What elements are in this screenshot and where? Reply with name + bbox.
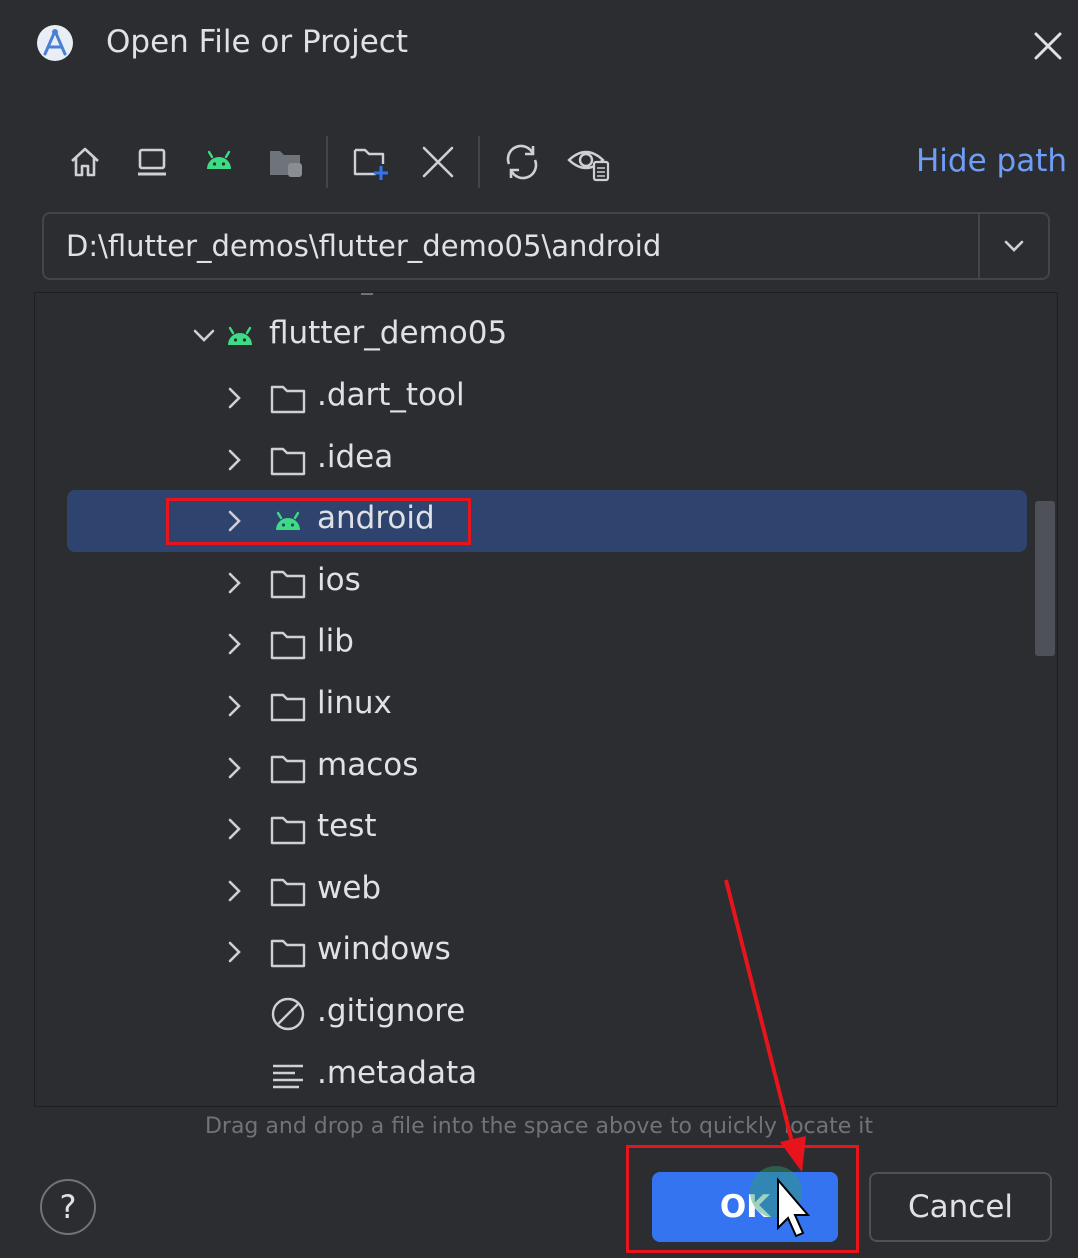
android-icon	[276, 511, 300, 531]
close-icon[interactable]	[1028, 26, 1068, 66]
tree-row[interactable]: .idea	[67, 429, 1027, 491]
tree-row[interactable]: web	[67, 860, 1027, 922]
chevron-right-icon[interactable]	[219, 814, 249, 844]
tree-row[interactable]: .metadata	[67, 1045, 1027, 1106]
folder-icon	[270, 447, 306, 475]
tree-row-label: lib	[317, 623, 354, 660]
ok-button[interactable]: OK	[652, 1172, 838, 1242]
tree-row-label: linux	[317, 685, 392, 721]
new-folder-button[interactable]	[346, 132, 396, 192]
tree-row-label: .idea	[317, 438, 394, 475]
chevron-right-icon[interactable]	[219, 568, 249, 598]
show-hidden-icon	[567, 150, 610, 182]
cancel-button[interactable]: Cancel	[869, 1172, 1052, 1242]
tree-row[interactable]: windows	[67, 921, 1027, 983]
folder-icon	[270, 693, 306, 722]
chevron-right-icon[interactable]	[219, 445, 249, 475]
folder-icon	[270, 878, 306, 906]
folder-icon	[270, 940, 306, 968]
chevron-right-icon[interactable]	[219, 691, 249, 721]
scrolled-row-fragment	[361, 293, 373, 295]
tree-row-label: .dart_tool	[317, 377, 465, 413]
tree-row-label: .gitignore	[317, 993, 466, 1029]
home-icon	[71, 147, 99, 177]
tree-root-row[interactable]: flutter_demo05	[67, 305, 1027, 367]
toolbar-separator	[326, 136, 328, 188]
folder-icon	[270, 632, 306, 660]
drag-drop-hint: Drag and drop a file into the space abov…	[204, 1114, 874, 1139]
chevron-down-icon[interactable]	[189, 321, 219, 351]
dialog-title: Open File or Project	[106, 24, 409, 60]
chevron-right-icon[interactable]	[219, 506, 249, 536]
toolbar-separator	[478, 136, 480, 188]
tree-row[interactable]: macos	[67, 737, 1027, 799]
text-file-icon	[273, 1064, 303, 1088]
path-combobox	[42, 212, 1050, 280]
tree-root-label: flutter_demo05	[269, 315, 508, 351]
tree-row[interactable]: android	[67, 490, 1027, 553]
tree-row[interactable]: .gitignore	[67, 983, 1027, 1045]
chevron-right-icon[interactable]	[219, 876, 249, 906]
tree-row[interactable]: .dart_tool	[67, 367, 1027, 429]
help-button[interactable]: ?	[40, 1179, 96, 1235]
show-hidden-button[interactable]	[564, 132, 614, 192]
delete-icon	[422, 146, 454, 178]
delete-button[interactable]	[413, 132, 463, 192]
module-button[interactable]	[261, 132, 311, 192]
file-tree[interactable]: flutter_demo05 .dart_tool .idea android ios…	[34, 292, 1058, 1107]
new-folder-icon	[353, 148, 388, 180]
tree-row-label: macos	[317, 746, 419, 783]
tree-row-label: windows	[317, 931, 451, 968]
tree-row-label: web	[317, 869, 382, 906]
chevron-right-icon[interactable]	[219, 629, 249, 659]
tree-row-label: test	[317, 808, 377, 845]
android-icon	[228, 326, 252, 345]
ignored-file-icon	[271, 997, 305, 1031]
path-input[interactable]	[44, 214, 982, 278]
refresh-icon	[506, 144, 538, 180]
folder-icon	[270, 385, 306, 414]
module-folder-icon	[270, 151, 302, 177]
tree-row[interactable]: test	[67, 798, 1027, 860]
android-studio-icon	[37, 25, 73, 61]
tree-row-label: .metadata	[317, 1054, 478, 1091]
project-button[interactable]	[194, 132, 244, 192]
tree-row[interactable]: lib	[67, 613, 1027, 675]
tree-row-label: ios	[317, 561, 361, 598]
hide-path-link[interactable]: Hide path	[916, 143, 1067, 179]
folder-icon	[270, 816, 306, 845]
chevron-right-icon[interactable]	[219, 753, 249, 783]
chevron-right-icon[interactable]	[219, 937, 249, 967]
tree-row-label: android	[317, 500, 435, 537]
android-project-icon	[207, 150, 231, 169]
path-history-dropdown[interactable]	[978, 214, 1048, 278]
desktop-icon	[138, 148, 166, 176]
tree-row[interactable]: linux	[67, 675, 1027, 737]
title-bar: Open File or Project	[0, 0, 1078, 90]
home-button[interactable]	[60, 132, 110, 192]
tree-row[interactable]: ios	[67, 552, 1027, 614]
chevron-right-icon[interactable]	[219, 383, 249, 413]
refresh-button[interactable]	[497, 132, 547, 192]
folder-icon	[270, 755, 306, 783]
folder-icon	[270, 570, 306, 598]
tree-scrollbar[interactable]	[1035, 501, 1055, 656]
chevron-down-icon	[1004, 240, 1024, 252]
desktop-button[interactable]	[127, 132, 177, 192]
